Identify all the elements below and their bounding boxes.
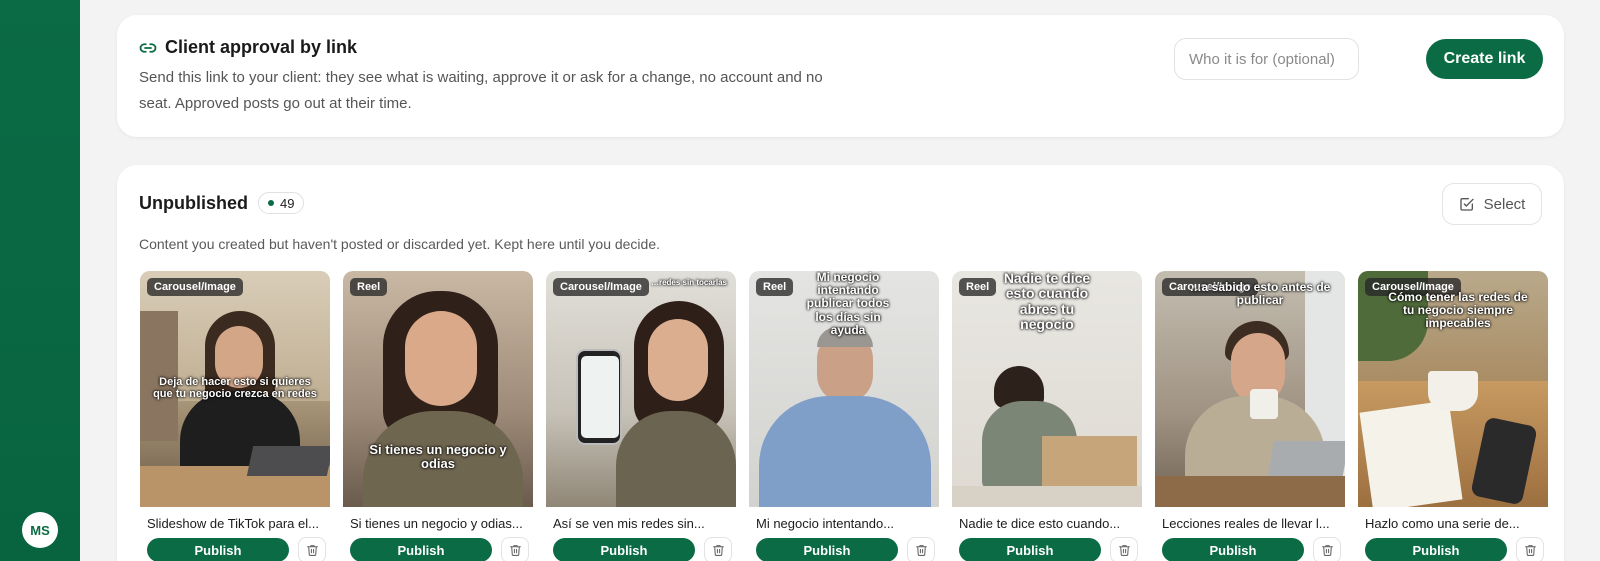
post-card[interactable]: Carousel/Image …redes sin tocarlas Así s… bbox=[546, 271, 736, 561]
link-icon bbox=[139, 39, 157, 57]
post-actions: Publish bbox=[952, 537, 1142, 561]
notebook-shape bbox=[1359, 400, 1463, 507]
select-button[interactable]: Select bbox=[1442, 183, 1542, 225]
mug-shape bbox=[1428, 371, 1478, 411]
delete-button[interactable] bbox=[1516, 537, 1544, 561]
avatar[interactable]: MS bbox=[22, 512, 58, 548]
delete-button[interactable] bbox=[704, 537, 732, 561]
recipient-input[interactable] bbox=[1174, 38, 1359, 80]
delete-button[interactable] bbox=[1313, 537, 1341, 561]
select-label: Select bbox=[1483, 195, 1526, 213]
delete-button[interactable] bbox=[501, 537, 529, 561]
post-type-tag: Carousel/Image bbox=[147, 278, 243, 296]
trash-icon bbox=[1321, 545, 1333, 556]
status-dot-icon bbox=[268, 200, 274, 206]
post-overlay-text: …redes sin tocarlas bbox=[650, 278, 728, 287]
post-card[interactable]: Carousel/Image Deja de hacer esto si qui… bbox=[140, 271, 330, 561]
table-shape bbox=[952, 486, 1142, 507]
publish-button[interactable]: Publish bbox=[553, 538, 695, 561]
publish-button[interactable]: Publish bbox=[1162, 538, 1304, 561]
publish-button[interactable]: Publish bbox=[350, 538, 492, 561]
count-value: 49 bbox=[280, 195, 295, 211]
post-actions: Publish bbox=[546, 537, 736, 561]
client-approval-card: Client approval by link Send this link t… bbox=[117, 15, 1564, 137]
post-actions: Publish bbox=[749, 537, 939, 561]
post-overlay-text: Deja de hacer esto si quieres que tu neg… bbox=[153, 376, 317, 401]
trash-icon bbox=[306, 545, 318, 556]
publish-button[interactable]: Publish bbox=[1365, 538, 1507, 561]
post-overlay-text: Cómo tener las redes de tu negocio siemp… bbox=[1388, 290, 1528, 331]
post-type-tag: Reel bbox=[350, 278, 388, 296]
post-type-tag: Carousel/Image bbox=[553, 278, 649, 296]
post-actions: Publish bbox=[343, 537, 533, 561]
post-actions: Publish bbox=[1358, 537, 1548, 561]
trash-icon bbox=[1524, 545, 1536, 556]
delete-button[interactable] bbox=[1110, 537, 1138, 561]
post-thumbnail[interactable]: Reel Si tienes un negocio y odias bbox=[343, 271, 533, 507]
publish-button[interactable]: Publish bbox=[959, 538, 1101, 561]
post-actions: Publish bbox=[1155, 537, 1345, 561]
person-face-shape bbox=[648, 319, 708, 401]
trash-icon bbox=[712, 545, 724, 556]
publish-button[interactable]: Publish bbox=[147, 538, 289, 561]
post-thumbnail[interactable]: Carousel/Image …redes sin tocarlas bbox=[546, 271, 736, 507]
post-thumbnail[interactable]: Reel Nadie te dice esto cuando abres tu … bbox=[952, 271, 1142, 507]
unpublished-title: Unpublished bbox=[139, 192, 248, 213]
post-caption: Nadie te dice esto cuando... bbox=[959, 516, 1121, 531]
post-caption: Slideshow de TikTok para el... bbox=[147, 516, 319, 531]
post-caption: Hazlo como una serie de... bbox=[1365, 516, 1520, 531]
post-thumbnail[interactable]: Reel Mi negocio intentando publicar todo… bbox=[749, 271, 939, 507]
approval-title: Client approval by link bbox=[165, 37, 358, 57]
post-thumbnail[interactable]: Carousel/Image Cómo tener las redes de t… bbox=[1358, 271, 1548, 507]
count-badge: 49 bbox=[258, 192, 305, 214]
post-card[interactable]: Carousel/Image Cómo tener las redes de t… bbox=[1358, 271, 1548, 561]
post-caption: Mi negocio intentando... bbox=[756, 516, 895, 531]
post-overlay-text: Mi negocio intentando publicar todos los… bbox=[806, 271, 890, 337]
checkbox-icon bbox=[1459, 198, 1474, 211]
laptop-shape bbox=[246, 446, 330, 476]
unpublished-header: Unpublished 49 bbox=[139, 192, 305, 214]
post-caption: Si tienes un negocio y odias... bbox=[350, 516, 523, 531]
publish-button[interactable]: Publish bbox=[756, 538, 898, 561]
post-caption: Así se ven mis redes sin... bbox=[553, 516, 705, 531]
delete-button[interactable] bbox=[298, 537, 326, 561]
post-overlay-text: Nadie te dice esto cuando abres tu negoc… bbox=[1003, 271, 1091, 333]
mug-shape bbox=[1250, 389, 1278, 419]
approval-heading: Client approval by link bbox=[139, 37, 357, 58]
person-body-shape bbox=[616, 411, 736, 507]
trash-icon bbox=[915, 545, 927, 556]
table-shape bbox=[1155, 476, 1345, 507]
post-card[interactable]: Reel Si tienes un negocio y odias Si tie… bbox=[343, 271, 533, 561]
unpublished-description: Content you created but haven't posted o… bbox=[139, 236, 661, 252]
post-type-tag: Reel bbox=[959, 278, 997, 296]
person-body-shape bbox=[759, 396, 931, 507]
post-card[interactable]: Reel Mi negocio intentando publicar todo… bbox=[749, 271, 939, 561]
create-link-button[interactable]: Create link bbox=[1426, 39, 1543, 79]
post-type-tag: Reel bbox=[756, 278, 794, 296]
post-thumbnail[interactable]: Carousel/Image Deja de hacer esto si qui… bbox=[140, 271, 330, 507]
approval-description: Send this link to your client: they see … bbox=[139, 69, 823, 112]
phone-screen-shape bbox=[581, 356, 619, 438]
post-caption: Lecciones reales de llevar l... bbox=[1162, 516, 1330, 531]
trash-icon bbox=[509, 545, 521, 556]
post-card[interactable]: Reel Nadie te dice esto cuando abres tu … bbox=[952, 271, 1142, 561]
person-face-shape bbox=[405, 311, 477, 406]
post-card[interactable]: Carousel/Image …a sabido esto antes de p… bbox=[1155, 271, 1345, 561]
trash-icon bbox=[1118, 545, 1130, 556]
post-actions: Publish bbox=[140, 537, 330, 561]
sidebar: MS bbox=[0, 0, 80, 561]
post-overlay-text: …a sabido esto antes de publicar bbox=[1189, 280, 1331, 308]
unpublished-card: Unpublished 49 Select Content you create… bbox=[117, 165, 1564, 561]
post-thumbnail[interactable]: Carousel/Image …a sabido esto antes de p… bbox=[1155, 271, 1345, 507]
post-overlay-text: Si tienes un negocio y odias bbox=[369, 442, 507, 472]
delete-button[interactable] bbox=[907, 537, 935, 561]
